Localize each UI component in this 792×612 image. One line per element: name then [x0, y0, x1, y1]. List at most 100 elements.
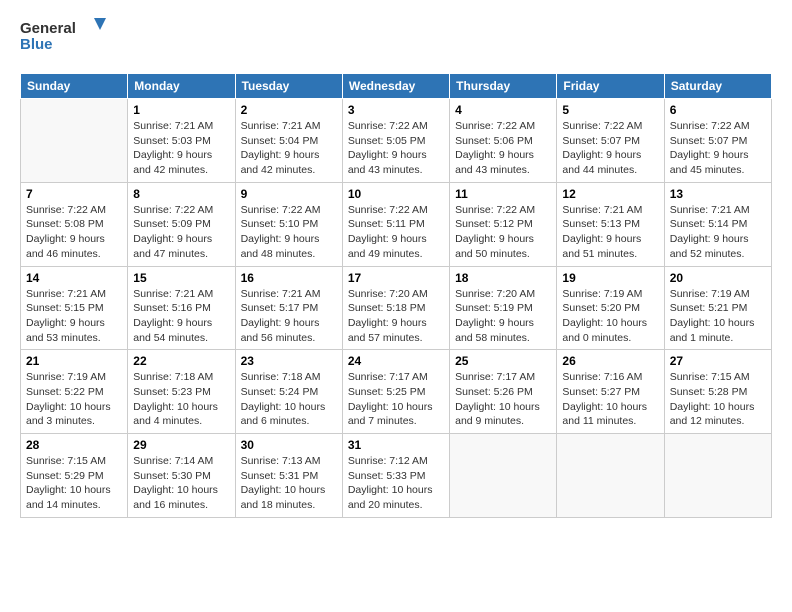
- day-number: 16: [241, 271, 337, 285]
- calendar-cell: [557, 434, 664, 518]
- day-info: Sunrise: 7:15 AMSunset: 5:29 PMDaylight:…: [26, 454, 122, 513]
- day-number: 19: [562, 271, 658, 285]
- col-header-monday: Monday: [128, 74, 235, 99]
- day-info: Sunrise: 7:21 AMSunset: 5:16 PMDaylight:…: [133, 287, 229, 346]
- calendar-cell: 12Sunrise: 7:21 AMSunset: 5:13 PMDayligh…: [557, 182, 664, 266]
- day-info: Sunrise: 7:22 AMSunset: 5:10 PMDaylight:…: [241, 203, 337, 262]
- day-number: 23: [241, 354, 337, 368]
- day-number: 9: [241, 187, 337, 201]
- calendar-cell: 25 Sunrise: 7:17 AMSunset: 5:26 PMDayligh…: [450, 350, 557, 434]
- day-number: 11: [455, 187, 551, 201]
- day-info: Sunrise: 7:22 AMSunset: 5:07 PMDaylight:…: [562, 119, 658, 178]
- day-number: 24: [348, 354, 444, 368]
- day-info: Sunrise: 7:16 AMSunset: 5:27 PMDaylight:…: [562, 370, 658, 429]
- day-number: 29: [133, 438, 229, 452]
- calendar-week-row: 14 Sunrise: 7:21 AMSunset: 5:15 PMDayligh…: [21, 266, 772, 350]
- day-number: 25: [455, 354, 551, 368]
- calendar-cell: 5 Sunrise: 7:22 AMSunset: 5:07 PMDaylight…: [557, 99, 664, 183]
- day-info: Sunrise: 7:22 AMSunset: 5:08 PMDaylight:…: [26, 203, 122, 262]
- day-number: 30: [241, 438, 337, 452]
- calendar-cell: 23 Sunrise: 7:18 AMSunset: 5:24 PMDayligh…: [235, 350, 342, 434]
- calendar-cell: 1 Sunrise: 7:21 AMSunset: 5:03 PMDaylight…: [128, 99, 235, 183]
- svg-text:General: General: [20, 20, 76, 37]
- day-number: 13: [670, 187, 766, 201]
- day-info: Sunrise: 7:21 AMSunset: 5:03 PMDaylight:…: [133, 119, 229, 178]
- calendar-cell: 13Sunrise: 7:21 AMSunset: 5:14 PMDayligh…: [664, 182, 771, 266]
- col-header-tuesday: Tuesday: [235, 74, 342, 99]
- calendar-cell: 2 Sunrise: 7:21 AMSunset: 5:04 PMDaylight…: [235, 99, 342, 183]
- calendar-cell: 14 Sunrise: 7:21 AMSunset: 5:15 PMDayligh…: [21, 266, 128, 350]
- day-info: Sunrise: 7:13 AMSunset: 5:31 PMDaylight:…: [241, 454, 337, 513]
- day-number: 6: [670, 103, 766, 117]
- calendar-cell: 22Sunrise: 7:18 AMSunset: 5:23 PMDayligh…: [128, 350, 235, 434]
- calendar-cell: 19Sunrise: 7:19 AMSunset: 5:20 PMDayligh…: [557, 266, 664, 350]
- day-number: 21: [26, 354, 122, 368]
- calendar-cell: 6 Sunrise: 7:22 AMSunset: 5:07 PMDaylight…: [664, 99, 771, 183]
- day-number: 1: [133, 103, 229, 117]
- col-header-friday: Friday: [557, 74, 664, 99]
- day-info: Sunrise: 7:20 AMSunset: 5:18 PMDaylight:…: [348, 287, 444, 346]
- calendar-cell: 21Sunrise: 7:19 AMSunset: 5:22 PMDayligh…: [21, 350, 128, 434]
- day-number: 8: [133, 187, 229, 201]
- calendar-cell: 24Sunrise: 7:17 AMSunset: 5:25 PMDayligh…: [342, 350, 449, 434]
- day-number: 3: [348, 103, 444, 117]
- day-info: Sunrise: 7:22 AMSunset: 5:12 PMDaylight:…: [455, 203, 551, 262]
- calendar-cell: 31 Sunrise: 7:12 AMSunset: 5:33 PMDayligh…: [342, 434, 449, 518]
- col-header-thursday: Thursday: [450, 74, 557, 99]
- day-info: Sunrise: 7:21 AMSunset: 5:15 PMDaylight:…: [26, 287, 122, 346]
- day-number: 17: [348, 271, 444, 285]
- day-number: 31: [348, 438, 444, 452]
- day-number: 7: [26, 187, 122, 201]
- day-info: Sunrise: 7:22 AMSunset: 5:05 PMDaylight:…: [348, 119, 444, 178]
- calendar-cell: 15 Sunrise: 7:21 AMSunset: 5:16 PMDayligh…: [128, 266, 235, 350]
- calendar-week-row: 7 Sunrise: 7:22 AMSunset: 5:08 PMDaylight…: [21, 182, 772, 266]
- calendar-cell: [664, 434, 771, 518]
- day-info: Sunrise: 7:15 AMSunset: 5:28 PMDaylight:…: [670, 370, 766, 429]
- day-number: 2: [241, 103, 337, 117]
- day-info: Sunrise: 7:21 AMSunset: 5:17 PMDaylight:…: [241, 287, 337, 346]
- day-number: 28: [26, 438, 122, 452]
- day-info: Sunrise: 7:19 AMSunset: 5:21 PMDaylight:…: [670, 287, 766, 346]
- calendar-cell: 20 Sunrise: 7:19 AMSunset: 5:21 PMDayligh…: [664, 266, 771, 350]
- day-number: 18: [455, 271, 551, 285]
- day-number: 26: [562, 354, 658, 368]
- page-header: General Blue: [20, 16, 772, 63]
- svg-text:Blue: Blue: [20, 36, 53, 53]
- calendar-cell: 11 Sunrise: 7:22 AMSunset: 5:12 PMDayligh…: [450, 182, 557, 266]
- calendar-header-row: SundayMondayTuesdayWednesdayThursdayFrid…: [21, 74, 772, 99]
- calendar-cell: [450, 434, 557, 518]
- calendar-cell: 28 Sunrise: 7:15 AMSunset: 5:29 PMDayligh…: [21, 434, 128, 518]
- calendar-cell: 27Sunrise: 7:15 AMSunset: 5:28 PMDayligh…: [664, 350, 771, 434]
- logo-graphic: General Blue: [20, 16, 110, 63]
- day-info: Sunrise: 7:22 AMSunset: 5:07 PMDaylight:…: [670, 119, 766, 178]
- calendar-week-row: 1 Sunrise: 7:21 AMSunset: 5:03 PMDaylight…: [21, 99, 772, 183]
- day-info: Sunrise: 7:12 AMSunset: 5:33 PMDaylight:…: [348, 454, 444, 513]
- col-header-sunday: Sunday: [21, 74, 128, 99]
- day-number: 5: [562, 103, 658, 117]
- day-number: 14: [26, 271, 122, 285]
- calendar-cell: 9 Sunrise: 7:22 AMSunset: 5:10 PMDaylight…: [235, 182, 342, 266]
- calendar-cell: 16 Sunrise: 7:21 AMSunset: 5:17 PMDayligh…: [235, 266, 342, 350]
- day-number: 10: [348, 187, 444, 201]
- day-number: 20: [670, 271, 766, 285]
- calendar-cell: 18Sunrise: 7:20 AMSunset: 5:19 PMDayligh…: [450, 266, 557, 350]
- day-info: Sunrise: 7:21 AMSunset: 5:04 PMDaylight:…: [241, 119, 337, 178]
- day-number: 4: [455, 103, 551, 117]
- day-info: Sunrise: 7:18 AMSunset: 5:23 PMDaylight:…: [133, 370, 229, 429]
- calendar-cell: 26 Sunrise: 7:16 AMSunset: 5:27 PMDayligh…: [557, 350, 664, 434]
- day-info: Sunrise: 7:22 AMSunset: 5:06 PMDaylight:…: [455, 119, 551, 178]
- day-info: Sunrise: 7:18 AMSunset: 5:24 PMDaylight:…: [241, 370, 337, 429]
- day-info: Sunrise: 7:22 AMSunset: 5:09 PMDaylight:…: [133, 203, 229, 262]
- day-number: 15: [133, 271, 229, 285]
- calendar-cell: 10Sunrise: 7:22 AMSunset: 5:11 PMDayligh…: [342, 182, 449, 266]
- calendar-week-row: 28 Sunrise: 7:15 AMSunset: 5:29 PMDayligh…: [21, 434, 772, 518]
- col-header-wednesday: Wednesday: [342, 74, 449, 99]
- calendar-cell: 30 Sunrise: 7:13 AMSunset: 5:31 PMDayligh…: [235, 434, 342, 518]
- calendar-cell: 4 Sunrise: 7:22 AMSunset: 5:06 PMDaylight…: [450, 99, 557, 183]
- calendar-cell: 29Sunrise: 7:14 AMSunset: 5:30 PMDayligh…: [128, 434, 235, 518]
- day-info: Sunrise: 7:17 AMSunset: 5:26 PMDaylight:…: [455, 370, 551, 429]
- logo: General Blue: [20, 16, 110, 63]
- calendar-table: SundayMondayTuesdayWednesdayThursdayFrid…: [20, 73, 772, 518]
- day-number: 12: [562, 187, 658, 201]
- calendar-week-row: 21Sunrise: 7:19 AMSunset: 5:22 PMDayligh…: [21, 350, 772, 434]
